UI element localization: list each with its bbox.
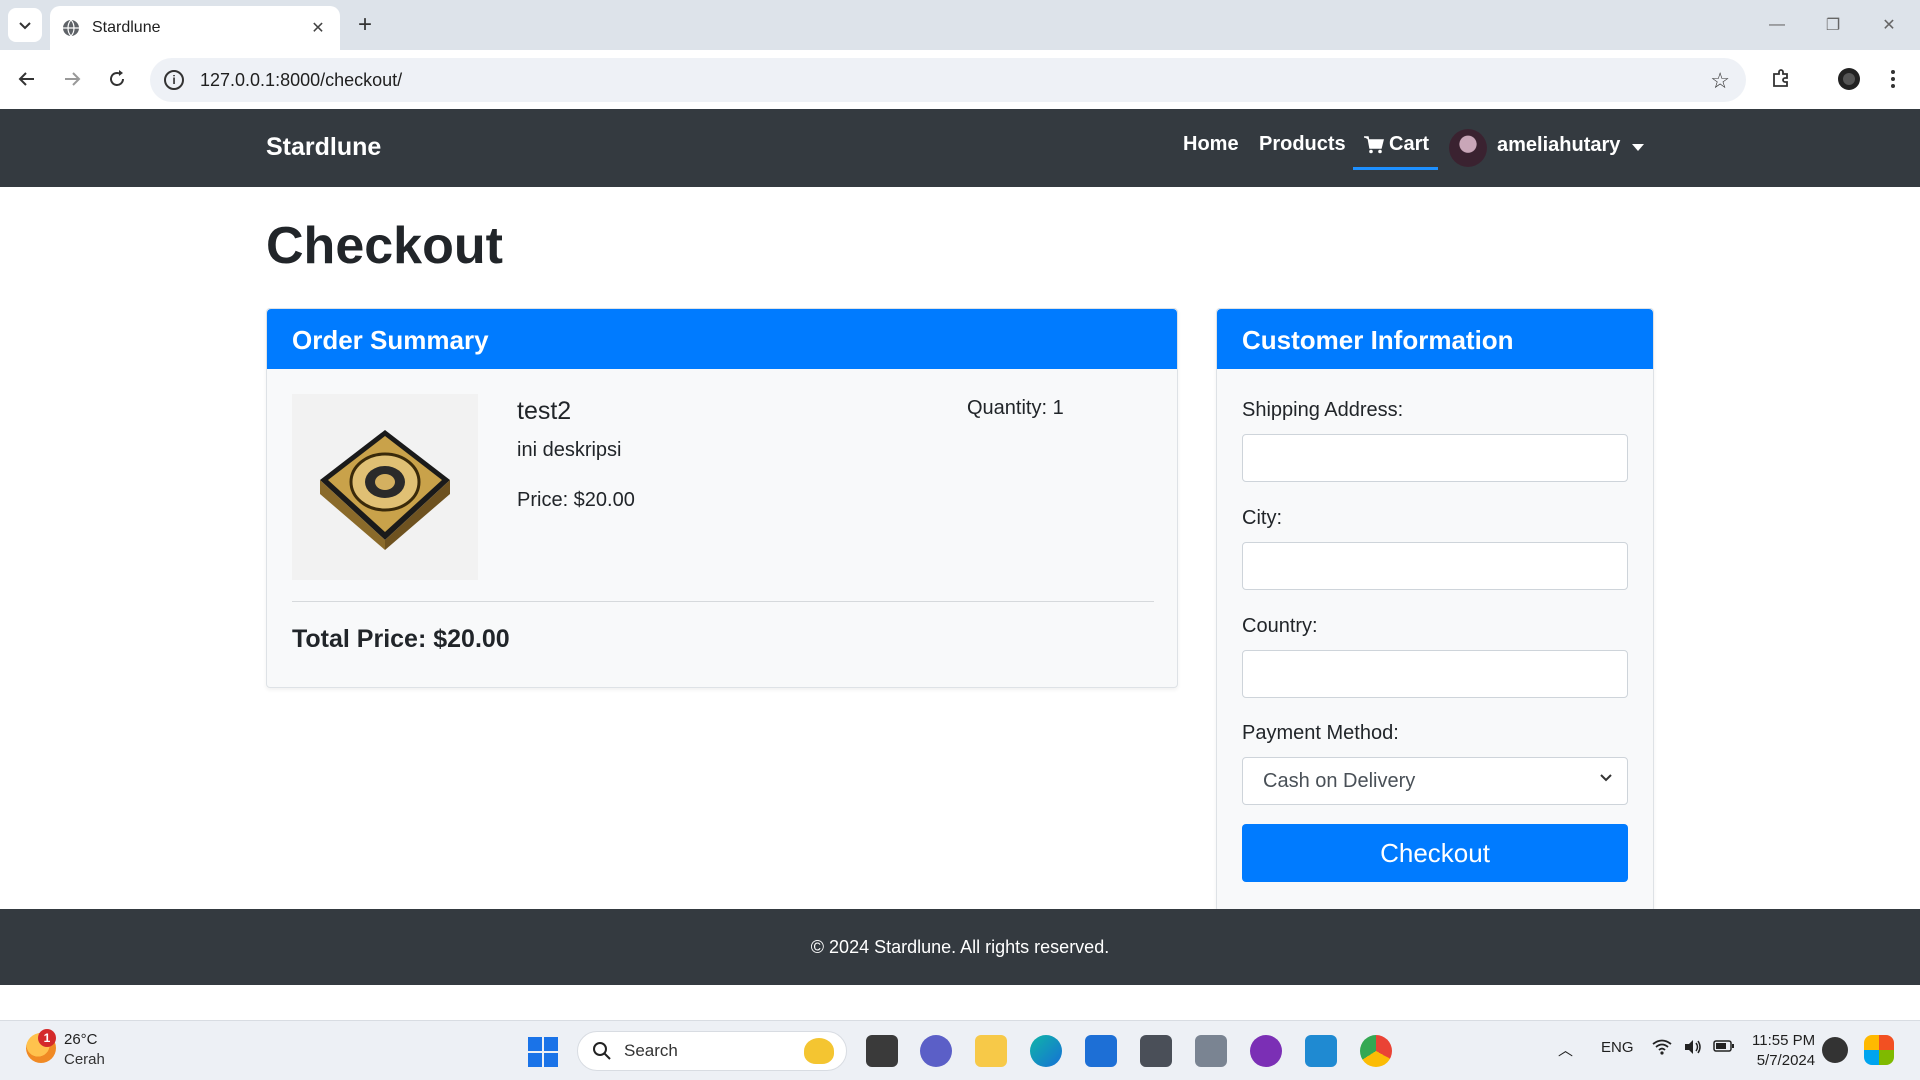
nav-link-home[interactable]: Home — [1183, 133, 1239, 156]
nav-link-products[interactable]: Products — [1259, 133, 1346, 156]
address-bar[interactable]: i 127.0.0.1:8000/checkout/ ☆ — [150, 58, 1746, 102]
app-cube-icon[interactable] — [1140, 1035, 1172, 1067]
bookmark-star-icon[interactable]: ☆ — [1710, 68, 1730, 94]
new-tab-button[interactable]: + — [352, 11, 378, 38]
chrome-icon[interactable] — [1360, 1035, 1392, 1067]
chevron-down-icon — [1600, 774, 1612, 782]
camera-icon[interactable] — [1195, 1035, 1227, 1067]
customer-info-card: Customer Information Shipping Address: C… — [1216, 308, 1654, 912]
payment-method-value: Cash on Delivery — [1263, 770, 1416, 792]
search-icon — [593, 1042, 611, 1060]
caret-down-icon[interactable] — [1632, 144, 1644, 151]
puzzle-icon — [1773, 69, 1788, 87]
cart-label: Cart — [1389, 133, 1430, 155]
site-footer: © 2024 Stardlune. All rights reserved. — [0, 909, 1920, 985]
weather-description[interactable]: Cerah — [64, 1051, 105, 1068]
product-description: ini deskripsi — [517, 439, 622, 461]
github-desktop-icon[interactable] — [1250, 1035, 1282, 1067]
file-explorer-icon[interactable] — [975, 1035, 1007, 1067]
weather-temperature[interactable]: 26°C — [64, 1031, 98, 1048]
product-name: test2 — [517, 397, 572, 425]
vscode-icon[interactable] — [1305, 1035, 1337, 1067]
weather-notification-badge: 1 — [38, 1029, 56, 1047]
extensions-button[interactable] — [1766, 64, 1796, 94]
city-label: City: — [1242, 507, 1282, 529]
task-view-icon[interactable] — [866, 1035, 898, 1067]
tab-search-dropdown[interactable] — [8, 8, 42, 42]
wifi-icon[interactable] — [1652, 1039, 1672, 1059]
taskbar-search[interactable]: Search — [577, 1031, 847, 1071]
minimize-button[interactable]: — — [1762, 10, 1792, 40]
battery-icon[interactable] — [1713, 1039, 1735, 1057]
browser-menu-button[interactable] — [1878, 64, 1908, 94]
product-quantity: Quantity: 1 — [967, 397, 1064, 419]
teams-chat-icon[interactable] — [920, 1035, 952, 1067]
page-title: Checkout — [266, 217, 503, 275]
edge-browser-icon[interactable] — [1030, 1035, 1062, 1067]
arrow-right-icon — [65, 72, 81, 86]
browser-toolbar: i 127.0.0.1:8000/checkout/ ☆ — [0, 50, 1920, 109]
customer-info-header: Customer Information — [1217, 309, 1653, 369]
brand-logo[interactable]: Stardlune — [266, 133, 381, 162]
payment-method-select[interactable]: Cash on Delivery — [1242, 757, 1628, 805]
profile-button[interactable] — [1834, 64, 1864, 94]
checkout-button[interactable]: Checkout — [1242, 824, 1628, 882]
chevron-down-icon — [19, 22, 31, 30]
user-menu-toggle[interactable]: ameliahutary — [1497, 134, 1620, 157]
close-window-button[interactable]: ✕ — [1874, 10, 1904, 40]
volume-icon[interactable] — [1683, 1039, 1703, 1059]
active-nav-indicator — [1353, 167, 1438, 170]
windows-taskbar: 1 26°C Cerah Search ︿ ENG 11:55 PM 5/7/2… — [0, 1020, 1920, 1080]
nav-link-cart[interactable]: Cart — [1364, 133, 1429, 156]
globe-icon — [63, 19, 79, 37]
system-clock[interactable]: 11:55 PM 5/7/2024 — [1752, 1031, 1815, 1071]
product-price: Price: $20.00 — [517, 489, 635, 511]
close-tab-icon[interactable]: ✕ — [308, 18, 328, 38]
profile-icon — [1838, 68, 1860, 90]
copilot-icon[interactable] — [1864, 1035, 1894, 1065]
country-label: Country: — [1242, 615, 1318, 637]
user-avatar[interactable] — [1449, 129, 1487, 167]
order-summary-card: Order Summary test2 ini deskripsi Price:… — [266, 308, 1178, 688]
site-navbar: Stardlune Home Products Cart ameliahutar… — [0, 109, 1920, 187]
shipping-address-label: Shipping Address: — [1242, 399, 1404, 421]
back-button[interactable] — [12, 64, 42, 94]
microsoft-store-icon[interactable] — [1085, 1035, 1117, 1067]
total-price: Total Price: $20.00 — [292, 625, 510, 653]
site-info-icon[interactable]: i — [164, 70, 184, 90]
tab-title: Stardlune — [92, 19, 161, 36]
footer-text: © 2024 Stardlune. All rights reserved. — [810, 936, 1110, 957]
shipping-address-input[interactable] — [1242, 434, 1628, 482]
taskbar-search-label: Search — [624, 1041, 678, 1060]
product-image — [292, 394, 478, 580]
clock-time: 11:55 PM — [1752, 1032, 1816, 1049]
restore-button[interactable]: ❐ — [1818, 10, 1848, 40]
windows-start-icon[interactable] — [528, 1037, 558, 1067]
order-summary-header: Order Summary — [267, 309, 1177, 369]
city-input[interactable] — [1242, 542, 1628, 590]
show-hidden-icons-icon[interactable]: ︿ — [1558, 1039, 1573, 1060]
browser-tab[interactable]: Stardlune ✕ — [50, 6, 340, 50]
country-input[interactable] — [1242, 650, 1628, 698]
more-vert-icon — [1891, 70, 1895, 88]
arrow-left-icon — [18, 72, 34, 86]
reload-button[interactable] — [102, 64, 132, 94]
summary-divider — [292, 601, 1154, 602]
forward-button[interactable] — [57, 64, 87, 94]
url-text: 127.0.0.1:8000/checkout/ — [200, 69, 403, 90]
clock-date: 5/7/2024 — [1756, 1052, 1816, 1069]
language-indicator[interactable]: ENG — [1601, 1039, 1634, 1056]
notification-bell-icon[interactable] — [1822, 1037, 1848, 1063]
browser-tabstrip: Stardlune ✕ + — ❐ ✕ — [0, 0, 1920, 50]
product-tin-image — [320, 430, 450, 550]
cart-icon — [1364, 135, 1384, 153]
search-highlight-icon — [804, 1038, 834, 1064]
reload-icon — [110, 70, 124, 86]
payment-method-label: Payment Method: — [1242, 722, 1399, 744]
